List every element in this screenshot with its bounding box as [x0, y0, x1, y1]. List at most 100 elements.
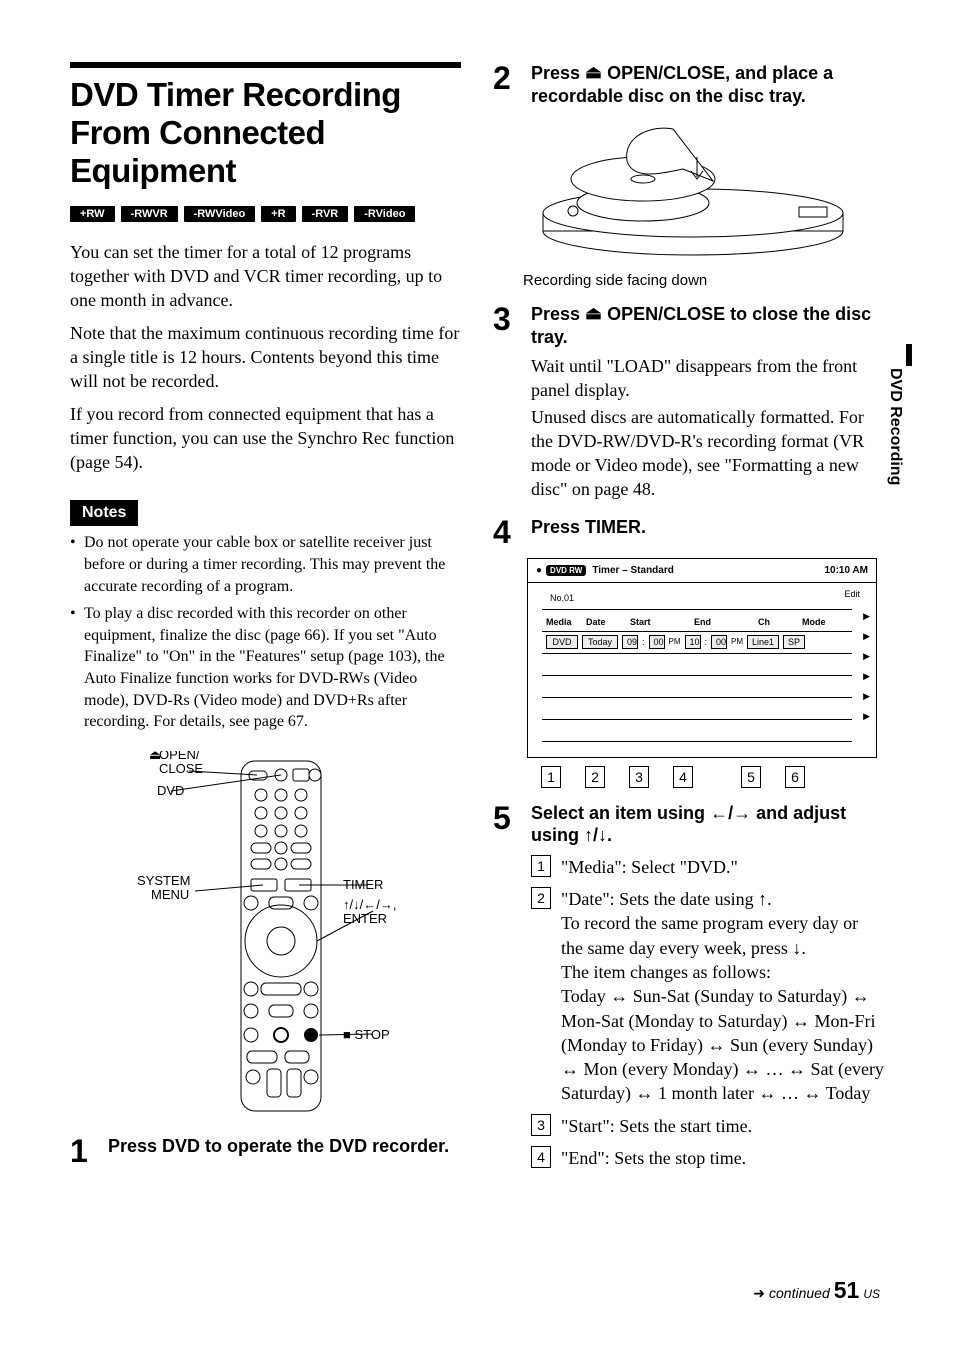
timer-col: Date: [586, 617, 630, 627]
page-footer: ➜ continued 51 US: [753, 1277, 880, 1304]
timer-columns-row: Media Date Start End Ch Mode: [546, 613, 866, 631]
step5-item-3: 3 "Start": Sets the start time.: [531, 1114, 884, 1138]
play-icon: ▶: [863, 691, 870, 702]
item-text: "End": Sets the stop time.: [561, 1146, 746, 1170]
intro-para: If you record from connected equipment t…: [70, 402, 461, 475]
timer-cell-start-m: 00: [649, 635, 665, 649]
remote-label-dvd: DVD: [157, 783, 184, 798]
callout-num: 5: [741, 766, 761, 788]
intro-para: Note that the maximum continuous recordi…: [70, 321, 461, 394]
timer-screen-title: Timer – Standard: [592, 565, 674, 576]
play-icon: ▶: [863, 711, 870, 722]
continued-arrow-icon: ➜: [753, 1285, 765, 1302]
timer-cell-start-ap: PM: [669, 637, 681, 646]
step-heading: Select an item using ←/→ and adjust usin…: [531, 802, 884, 847]
note-text: Do not operate your cable box or satelli…: [84, 532, 461, 597]
remote-label-arrows-enter: ↑/↓/←/→, ENTER: [343, 897, 400, 926]
timer-no-label: No.01: [550, 593, 574, 603]
play-icon: ▶: [863, 651, 870, 662]
badge: -RWVideo: [184, 206, 256, 222]
timer-col: Media: [546, 617, 586, 627]
timer-col: Ch: [758, 617, 802, 627]
timer-data-row: DVD Today 09 : 00 PM 10 : 00 PM Line1 SP: [546, 631, 866, 653]
timer-col: End: [694, 617, 758, 627]
step-1: 1 Press DVD to operate the DVD recorder.: [70, 1135, 461, 1167]
step-number: 4: [493, 516, 531, 548]
notes-list: •Do not operate your cable box or satell…: [70, 532, 461, 732]
remote-label-close: CLOSE: [159, 761, 203, 776]
item-text: "Media": Select "DVD.": [561, 855, 738, 879]
eject-icon: ⏏: [585, 61, 602, 84]
remote-svg: ⏏ OPEN/ CLOSE DVD SYSTEM MENU TIMER ↑/↓/…: [121, 751, 411, 1121]
disc-caption: Recording side facing down: [523, 272, 884, 289]
svg-text:⏏ OPEN/ CL: ⏏ OPEN/ CLOSE: [149, 751, 203, 776]
item-num: 4: [531, 1146, 551, 1168]
timer-cell-start-h: 09: [622, 635, 638, 649]
timer-cell-ch: Line1: [747, 635, 779, 649]
item-line: The item changes as follows:: [561, 962, 771, 982]
step-number: 5: [493, 802, 531, 834]
page-title: DVD Timer Recording From Connected Equip…: [70, 76, 461, 190]
remote-label-system-menu: SYSTEM MENU: [137, 873, 194, 902]
timer-cell-date: Today: [582, 635, 618, 649]
step-heading: Press TIMER.: [531, 516, 884, 539]
step5-item-2: 2 "Date": Sets the date using ↑. To reco…: [531, 887, 884, 1106]
badge: -RVR: [302, 206, 349, 222]
step-heading: Press DVD to operate the DVD recorder.: [108, 1135, 461, 1158]
badge: +RW: [70, 206, 115, 222]
play-icon: ▶: [863, 611, 870, 622]
dvd-rw-badge: DVD RW: [546, 565, 586, 576]
step5-item-4: 4 "End": Sets the stop time.: [531, 1146, 884, 1170]
callout-num: 2: [585, 766, 605, 788]
title-rule: DVD Timer Recording From Connected Equip…: [70, 62, 461, 190]
timer-col: Start: [630, 617, 694, 627]
badge: -RWVR: [121, 206, 178, 222]
step5-item-1: 1 "Media": Select "DVD.": [531, 855, 884, 879]
item-num: 1: [531, 855, 551, 877]
eject-icon: ⏏: [585, 302, 602, 325]
item-num: 3: [531, 1114, 551, 1136]
timer-callouts: 1 2 3 4 5 6: [541, 766, 884, 788]
remote-label-stop: ■ STOP: [343, 1027, 390, 1042]
timer-cell-end-h: 10: [685, 635, 701, 649]
timer-col: Mode: [802, 617, 836, 627]
play-icon: ▶: [863, 671, 870, 682]
callout-num: 6: [785, 766, 805, 788]
step-number: 2: [493, 62, 531, 94]
step-5: 5 Select an item using ←/→ and adjust us…: [493, 802, 884, 1171]
step-3: 3 Press ⏏ OPEN/CLOSE to close the disc t…: [493, 303, 884, 502]
region-code: US: [863, 1287, 880, 1301]
side-tab-mark: [906, 344, 912, 366]
notes-heading: Notes: [70, 500, 138, 526]
callout-num: 3: [629, 766, 649, 788]
timer-row-arrows: ▶ ▶ ▶ ▶ ▶ ▶: [863, 611, 870, 722]
side-tab: DVD Recording: [886, 368, 904, 485]
step-subtext: Wait until "LOAD" disappears from the fr…: [531, 354, 884, 403]
record-dot-icon: ●: [536, 565, 542, 576]
page-number: 51: [834, 1277, 860, 1304]
item-text: "Date": Sets the date using ↑. To record…: [561, 887, 884, 1106]
step-heading: Press ⏏ OPEN/CLOSE, and place a recordab…: [531, 62, 884, 107]
callout-num: 1: [541, 766, 561, 788]
badge: -RVideo: [354, 206, 415, 222]
step-text: Press: [531, 63, 585, 83]
left-column: DVD Timer Recording From Connected Equip…: [70, 62, 461, 1170]
step-4: 4 Press TIMER.: [493, 516, 884, 548]
intro-text: You can set the timer for a total of 12 …: [70, 240, 461, 475]
note-item: •Do not operate your cable box or satell…: [70, 532, 461, 597]
callout-num: 4: [673, 766, 693, 788]
timer-cell-mode: SP: [783, 635, 805, 649]
note-text: To play a disc recorded with this record…: [84, 603, 461, 733]
item-text: "Start": Sets the start time.: [561, 1114, 752, 1138]
timer-cell-end-ap: PM: [731, 637, 743, 646]
timer-screen-header: ● DVD RW Timer – Standard 10:10 AM: [528, 559, 876, 583]
continued-label: continued: [769, 1285, 830, 1301]
intro-para: You can set the timer for a total of 12 …: [70, 240, 461, 313]
disc-tray-illustration: [523, 121, 884, 266]
step-number: 1: [70, 1135, 108, 1167]
badge: +R: [261, 206, 295, 222]
step-number: 3: [493, 303, 531, 335]
remote-diagram: ⏏ OPEN/ CLOSE DVD SYSTEM MENU TIMER ↑/↓/…: [70, 751, 461, 1121]
timer-edit-label: Edit: [844, 589, 860, 599]
item-num: 2: [531, 887, 551, 909]
